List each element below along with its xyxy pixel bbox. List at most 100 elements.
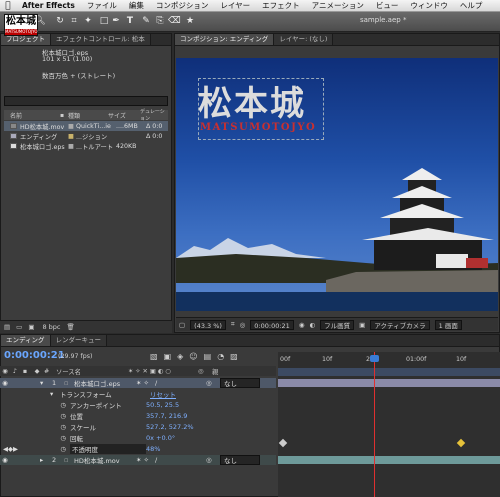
layer-switches[interactable]: ✶✧ /: [136, 456, 206, 464]
work-area-bar[interactable]: [278, 368, 500, 376]
list-item[interactable]: エンディング ■ ...ジション Δ 0:0: [4, 131, 168, 141]
visibility-icon[interactable]: ◉: [0, 379, 10, 387]
layer-bounding-box[interactable]: [198, 78, 324, 140]
property-position[interactable]: ◷ 位置 357.7, 216.9: [0, 411, 276, 421]
graph-editor-icon[interactable]: ▨: [230, 352, 238, 361]
menu-help[interactable]: ヘルプ: [454, 0, 489, 11]
shy-icon[interactable]: ☺: [189, 352, 197, 361]
current-time-indicator[interactable]: [374, 352, 375, 497]
menu-effect[interactable]: エフェクト: [256, 0, 306, 11]
channel-icon[interactable]: ◐: [310, 321, 316, 329]
tab-effect-controls[interactable]: エフェクトコントロール: 松本: [51, 34, 151, 45]
mask-tool-icon[interactable]: □: [98, 15, 110, 28]
menu-window[interactable]: ウィンドウ: [404, 0, 454, 11]
trash-icon[interactable]: 🗑︎: [67, 323, 75, 331]
pan-behind-tool-icon[interactable]: ✦: [82, 15, 94, 28]
col-source-name[interactable]: ソース名: [56, 367, 128, 376]
layer-row-1[interactable]: ◉ ▾ 1 ▫ 松本城ロゴ.eps ✶✧ / ◎ なし: [0, 378, 276, 388]
tab-composition[interactable]: コンポジション: エンディング: [175, 34, 275, 45]
zoom-select[interactable]: (43.3 %): [190, 319, 226, 330]
camera-tool-icon[interactable]: ⌗: [68, 15, 80, 28]
apple-icon[interactable]: : [0, 1, 16, 11]
frame-blending-icon[interactable]: ▤: [204, 352, 212, 361]
reset-link[interactable]: リセット: [150, 389, 176, 399]
stopwatch-icon[interactable]: ◷: [0, 423, 70, 431]
opacity-keyframe[interactable]: [278, 438, 288, 448]
property-value[interactable]: 50.5, 25.5: [146, 401, 179, 409]
project-search-input[interactable]: [4, 96, 168, 106]
always-preview-icon[interactable]: ▢: [179, 321, 185, 329]
property-value[interactable]: 527.2, 527.2%: [146, 423, 194, 431]
camera-icon[interactable]: ◉: [299, 321, 305, 329]
tag-icon[interactable]: ▪: [60, 112, 68, 119]
property-anchor-point[interactable]: ◷ アンカーポイント 50.5, 25.5: [0, 400, 276, 410]
label-icon[interactable]: ◆: [30, 368, 44, 375]
stopwatch-icon[interactable]: ◷: [0, 401, 70, 409]
parent-select[interactable]: なし: [220, 378, 260, 388]
eraser-tool-icon[interactable]: ⌫: [168, 15, 181, 28]
brush-tool-icon[interactable]: ✎: [140, 15, 152, 28]
timeline-current-time[interactable]: 0:00:00:21: [4, 350, 65, 361]
parent-select[interactable]: なし: [220, 455, 260, 465]
col-duration[interactable]: デュレーション: [140, 108, 168, 122]
new-comp-icon[interactable]: ▣: [28, 323, 34, 331]
motion-blur-icon[interactable]: ◔: [217, 352, 224, 361]
menu-app[interactable]: After Effects: [16, 1, 81, 10]
grid-icon[interactable]: ⌗: [231, 320, 235, 329]
menu-animation[interactable]: アニメーション: [306, 0, 370, 11]
audio-icon[interactable]: ♪: [10, 368, 20, 375]
layer-switches[interactable]: ✶✧ /: [136, 379, 206, 387]
menu-file[interactable]: ファイル: [81, 0, 123, 11]
list-item[interactable]: HD松本城.mov ■ QuickTi...ie ....6MB Δ 0:0: [4, 121, 168, 131]
composition-viewer[interactable]: 松本城 MATSUMOTOJYO: [176, 58, 498, 311]
eye-icon[interactable]: ◉: [0, 368, 10, 375]
current-time-field[interactable]: 0:00:00:21: [250, 319, 294, 330]
bpc-button[interactable]: 8 bpc: [42, 323, 60, 331]
col-type[interactable]: 種類: [68, 111, 108, 120]
views-select[interactable]: 1 画面: [434, 319, 462, 330]
transform-group[interactable]: ▾ トランスフォーム リセット: [0, 389, 276, 399]
list-item[interactable]: 松本城ロゴ.eps ■ ...トルアート 420KB: [4, 141, 168, 151]
draft-3d-icon[interactable]: ◈: [177, 352, 183, 361]
lock-icon[interactable]: ▪: [20, 368, 30, 375]
menu-view[interactable]: ビュー: [370, 0, 405, 11]
menu-layer[interactable]: レイヤー: [214, 0, 256, 11]
twirl-icon[interactable]: ▸: [40, 456, 52, 464]
menu-composition[interactable]: コンポジション: [150, 0, 215, 11]
resolution-select[interactable]: フル画質: [320, 319, 355, 330]
col-size[interactable]: サイズ: [108, 111, 140, 120]
property-value[interactable]: 357.7, 216.9: [146, 412, 187, 420]
keyframe-navigator-icon[interactable]: ◀◆▶: [0, 445, 28, 453]
opacity-keyframe[interactable]: [456, 438, 466, 448]
layer-2-duration-bar[interactable]: [278, 456, 500, 464]
pickwhip-icon[interactable]: ◎: [206, 456, 220, 464]
roi-icon[interactable]: ▣: [359, 321, 365, 329]
pen-tool-icon[interactable]: ✒: [110, 15, 122, 28]
puppet-tool-icon[interactable]: ★: [184, 15, 196, 28]
property-value[interactable]: 48%: [146, 445, 160, 453]
col-name[interactable]: 名前: [4, 111, 60, 120]
comp-mini-flowchart-icon[interactable]: ▧: [150, 352, 158, 361]
current-time-indicator-handle[interactable]: [370, 355, 379, 362]
tab-ending-comp[interactable]: エンディング: [1, 335, 51, 346]
live-update-icon[interactable]: ▣: [164, 352, 172, 361]
visibility-icon[interactable]: ◉: [0, 456, 10, 464]
layer-name[interactable]: HD松本城.mov: [74, 455, 136, 465]
timeline-track-area[interactable]: [278, 376, 500, 497]
twirl-icon[interactable]: ▾: [40, 379, 52, 387]
text-tool-icon[interactable]: T: [124, 15, 136, 28]
property-opacity[interactable]: ◀◆▶ ◷ 不透明度 48%: [0, 444, 276, 454]
menu-edit[interactable]: 編集: [123, 0, 150, 11]
new-folder-icon[interactable]: ▭: [16, 323, 22, 331]
stopwatch-icon[interactable]: ◷: [0, 434, 70, 442]
clone-stamp-tool-icon[interactable]: ⎘: [154, 15, 166, 28]
time-ruler[interactable]: 00f 10f 20f 01:00f 10f: [278, 352, 500, 376]
layer-name[interactable]: 松本城ロゴ.eps: [74, 378, 136, 388]
pickwhip-icon[interactable]: ◎: [206, 379, 220, 387]
snapshot-icon[interactable]: ◎: [240, 321, 246, 329]
property-value[interactable]: 0x +0.0°: [146, 434, 175, 442]
camera-select[interactable]: アクティブカメラ: [370, 319, 430, 330]
tab-layer[interactable]: レイヤー: (なし): [274, 34, 334, 45]
interpret-footage-icon[interactable]: ▤: [4, 323, 10, 331]
property-scale[interactable]: ◷ スケール 527.2, 527.2%: [0, 422, 276, 432]
